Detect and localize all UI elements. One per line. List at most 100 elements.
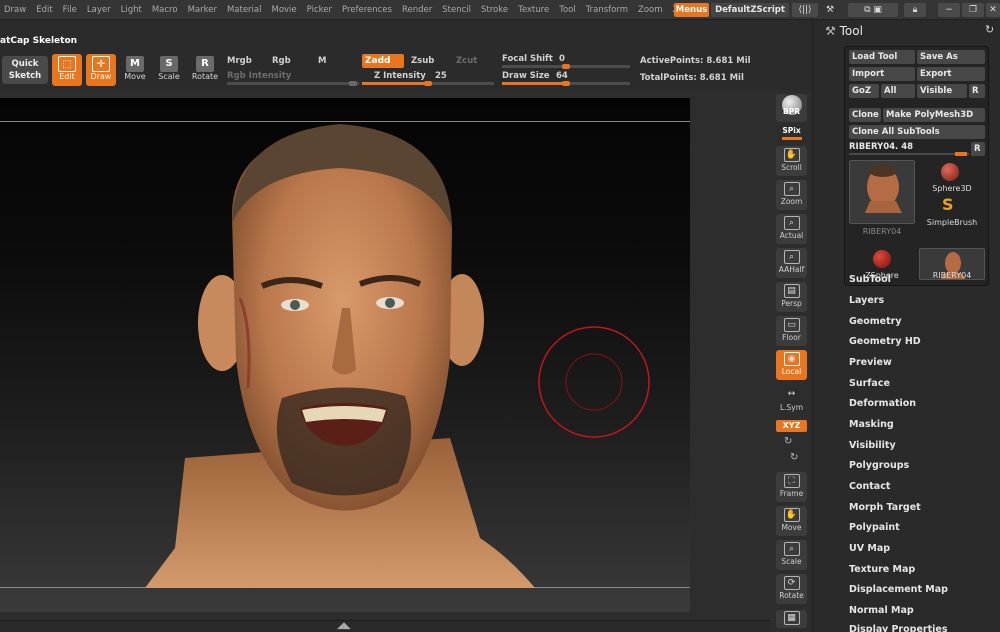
move-button[interactable]: M Move: [120, 54, 150, 86]
menu-macro[interactable]: Macro: [148, 0, 184, 20]
m-button[interactable]: M: [318, 56, 326, 66]
section-display-properties[interactable]: Display Properties: [849, 624, 947, 632]
section-surface[interactable]: Surface: [849, 378, 890, 389]
document-canvas[interactable]: [0, 98, 690, 612]
spix-label[interactable]: SPix: [776, 126, 807, 135]
polyframe-button[interactable]: ▦: [776, 610, 807, 628]
section-uv-map[interactable]: UV Map: [849, 543, 890, 554]
simplebrush-icon[interactable]: S: [942, 195, 954, 214]
shelf-rotate-button[interactable]: ⟳ Rotate: [776, 574, 807, 604]
rotate-button[interactable]: R Rotate: [190, 54, 220, 86]
section-masking[interactable]: Masking: [849, 419, 894, 430]
zcut-button[interactable]: Zcut: [456, 56, 477, 66]
menu-marker[interactable]: Marker: [184, 0, 223, 20]
menu-preferences[interactable]: Preferences: [338, 0, 398, 20]
spix-slider[interactable]: [782, 137, 802, 140]
menu-tool[interactable]: Tool: [555, 0, 582, 20]
goz-button[interactable]: GoZ: [849, 84, 879, 98]
current-tool-slider[interactable]: RIBERY04. 48: [849, 142, 969, 156]
clone-all-subtools-button[interactable]: Clone All SubTools: [849, 125, 985, 139]
section-contact[interactable]: Contact: [849, 481, 890, 492]
rgb-button[interactable]: Rgb: [272, 56, 291, 66]
menu-movie[interactable]: Movie: [267, 0, 302, 20]
all-button[interactable]: All: [881, 84, 915, 98]
draw-size-knob[interactable]: [562, 81, 570, 86]
mrgb-button[interactable]: Mrgb: [227, 56, 252, 66]
menu-stencil[interactable]: Stencil: [438, 0, 477, 20]
menu-stroke[interactable]: Stroke: [477, 0, 514, 20]
lock-icon[interactable]: 🔒︎: [904, 3, 926, 17]
quick-sketch-button[interactable]: Quick Sketch: [2, 56, 48, 84]
scale-button[interactable]: S Scale: [154, 54, 184, 86]
reset-icon[interactable]: ↻: [985, 23, 994, 36]
tool-palette-header[interactable]: ⚒ Tool: [825, 22, 863, 40]
tray-expand-icon[interactable]: ◢◣: [337, 621, 351, 631]
menu-draw[interactable]: Draw: [0, 0, 32, 20]
current-tool-knob[interactable]: [955, 152, 967, 156]
z-intensity-value[interactable]: 25: [435, 71, 447, 81]
load-tool-button[interactable]: Load Tool: [849, 50, 915, 64]
menu-light[interactable]: Light: [117, 0, 148, 20]
layout-buttons-icon[interactable]: ⧉ ▣: [848, 3, 898, 17]
sphere3d-icon[interactable]: [941, 163, 959, 181]
section-displacement-map[interactable]: Displacement Map: [849, 584, 948, 595]
goz-r-button[interactable]: R: [969, 84, 985, 98]
menu-file[interactable]: File: [59, 0, 83, 20]
menus-toggle-button[interactable]: Menus: [674, 3, 709, 17]
actual-button[interactable]: ⌕ Actual: [776, 214, 807, 244]
local-button[interactable]: ◉ Local: [776, 350, 807, 380]
section-preview[interactable]: Preview: [849, 357, 892, 368]
menu-texture[interactable]: Texture: [514, 0, 555, 20]
current-tool-r-button[interactable]: R: [971, 142, 985, 156]
section-geometry-hd[interactable]: Geometry HD: [849, 336, 921, 347]
section-subtool[interactable]: SubTool: [849, 274, 891, 285]
rgb-intensity-knob[interactable]: [349, 81, 357, 86]
section-polygroups[interactable]: Polygroups: [849, 460, 909, 471]
restore-icon[interactable]: ❐: [962, 3, 984, 17]
rotate-axis-2-icon[interactable]: ↻: [790, 452, 798, 463]
menu-layer[interactable]: Layer: [83, 0, 117, 20]
tool-thumb-ribery-main[interactable]: [849, 160, 915, 224]
menu-edit[interactable]: Edit: [32, 0, 58, 20]
xyz-button[interactable]: XYZ: [776, 420, 807, 432]
zoom-button[interactable]: ⌕ Zoom: [776, 180, 807, 210]
focal-shift-value[interactable]: 0: [559, 54, 565, 64]
section-normal-map[interactable]: Normal Map: [849, 605, 914, 616]
close-icon[interactable]: ✕: [986, 3, 1000, 17]
section-polypaint[interactable]: Polypaint: [849, 522, 900, 533]
aahalf-button[interactable]: ⌕ AAHalf: [776, 248, 807, 278]
default-zscript-button[interactable]: DefaultZScript: [711, 3, 789, 17]
simplebrush-label[interactable]: SimpleBrush: [919, 218, 985, 227]
focal-shift-knob[interactable]: [562, 64, 570, 69]
visible-button[interactable]: Visible: [917, 84, 967, 98]
shelf-move-button[interactable]: ✋ Move: [776, 506, 807, 536]
zadd-button[interactable]: Zadd: [362, 54, 404, 68]
save-as-button[interactable]: Save As: [917, 50, 985, 64]
section-layers[interactable]: Layers: [849, 295, 884, 306]
frame-button[interactable]: ⛶ Frame: [776, 472, 807, 502]
z-intensity-knob[interactable]: [424, 81, 432, 86]
bpr-button[interactable]: BPR: [776, 94, 807, 122]
scroll-button[interactable]: ✋ Scroll: [776, 146, 807, 176]
edit-button[interactable]: ⬚ Edit: [52, 54, 82, 86]
section-visibility[interactable]: Visibility: [849, 440, 896, 451]
menu-material[interactable]: Material: [223, 0, 268, 20]
zsphere-icon[interactable]: [873, 250, 891, 268]
floor-button[interactable]: ▭ Floor: [776, 316, 807, 346]
zsub-button[interactable]: Zsub: [411, 56, 434, 66]
menu-zoom[interactable]: Zoom: [634, 0, 669, 20]
import-button[interactable]: Import: [849, 67, 915, 81]
menu-picker[interactable]: Picker: [303, 0, 338, 20]
section-morph-target[interactable]: Morph Target: [849, 502, 921, 513]
rgb-intensity-track[interactable]: [227, 82, 359, 85]
menu-transform[interactable]: Transform: [582, 0, 634, 20]
section-geometry[interactable]: Geometry: [849, 316, 902, 327]
clone-button[interactable]: Clone: [849, 108, 881, 122]
rgb-intensity-slider[interactable]: Rgb Intensity: [227, 71, 291, 81]
export-button[interactable]: Export: [917, 67, 985, 81]
draw-size-value[interactable]: 64: [556, 71, 568, 81]
rotate-axis-icon[interactable]: ↻: [784, 436, 792, 447]
lsym-button[interactable]: ↔ L.Sym: [776, 386, 807, 416]
shelf-scale-button[interactable]: ⌕ Scale: [776, 540, 807, 570]
make-polymesh3d-button[interactable]: Make PolyMesh3D: [883, 108, 985, 122]
